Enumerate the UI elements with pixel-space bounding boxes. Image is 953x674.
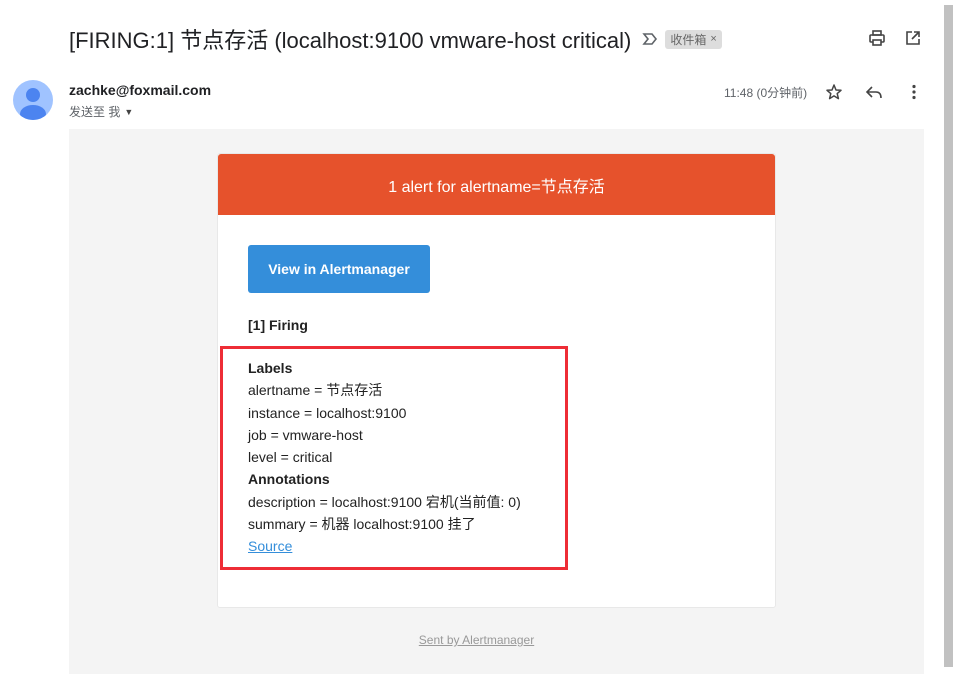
label-job: job = vmware-host <box>248 426 363 443</box>
thread-actions <box>867 28 923 48</box>
view-in-alertmanager-button[interactable]: View in Alertmanager <box>248 245 430 293</box>
inbox-label-chip[interactable]: 收件箱 × <box>665 29 722 49</box>
label-instance: instance = localhost:9100 <box>248 404 407 421</box>
email-subject: [FIRING:1] 节点存活 (localhost:9100 vmware-h… <box>69 28 632 53</box>
label-alertname: alertname = 节点存活 <box>248 382 383 399</box>
alert-header: 1 alert for alertname=节点存活 <box>218 154 775 215</box>
annotations-heading: Annotations <box>248 471 330 488</box>
recipient-line[interactable]: 发送至 我 ▼ <box>69 103 133 120</box>
open-in-new-icon[interactable] <box>903 28 923 48</box>
more-vertical-icon[interactable] <box>904 82 924 102</box>
source-link[interactable]: Source <box>248 538 292 554</box>
firing-count: [1] Firing <box>248 317 308 333</box>
chevron-down-icon[interactable]: ▼ <box>124 107 133 117</box>
annotation-summary: summary = 机器 localhost:9100 挂了 <box>248 516 476 533</box>
message-actions <box>824 82 924 102</box>
alert-details: Labels alertname = 节点存活 instance = local… <box>248 357 521 558</box>
recipient-text: 发送至 我 <box>69 105 121 119</box>
message-time: 11:48 (0分钟前) <box>724 86 808 100</box>
labels-heading: Labels <box>248 360 293 376</box>
label-level: level = critical <box>248 449 333 466</box>
subject-row: [FIRING:1] 节点存活 (localhost:9100 vmware-h… <box>69 24 722 54</box>
importance-marker-icon[interactable] <box>641 30 659 48</box>
inbox-label-text: 收件箱 <box>670 32 707 47</box>
reply-icon[interactable] <box>864 82 884 102</box>
print-icon[interactable] <box>867 28 887 48</box>
sender-address[interactable]: zachke@foxmail.com <box>69 82 211 98</box>
remove-label-button[interactable]: × <box>710 33 716 45</box>
star-icon[interactable] <box>824 82 844 102</box>
avatar[interactable] <box>13 80 53 120</box>
annotation-description: description = localhost:9100 宕机(当前值: 0) <box>248 493 521 510</box>
sent-by-alertmanager-link[interactable]: Sent by Alertmanager <box>419 633 534 647</box>
scrollbar[interactable] <box>944 5 953 667</box>
footer: Sent by Alertmanager <box>0 633 953 647</box>
